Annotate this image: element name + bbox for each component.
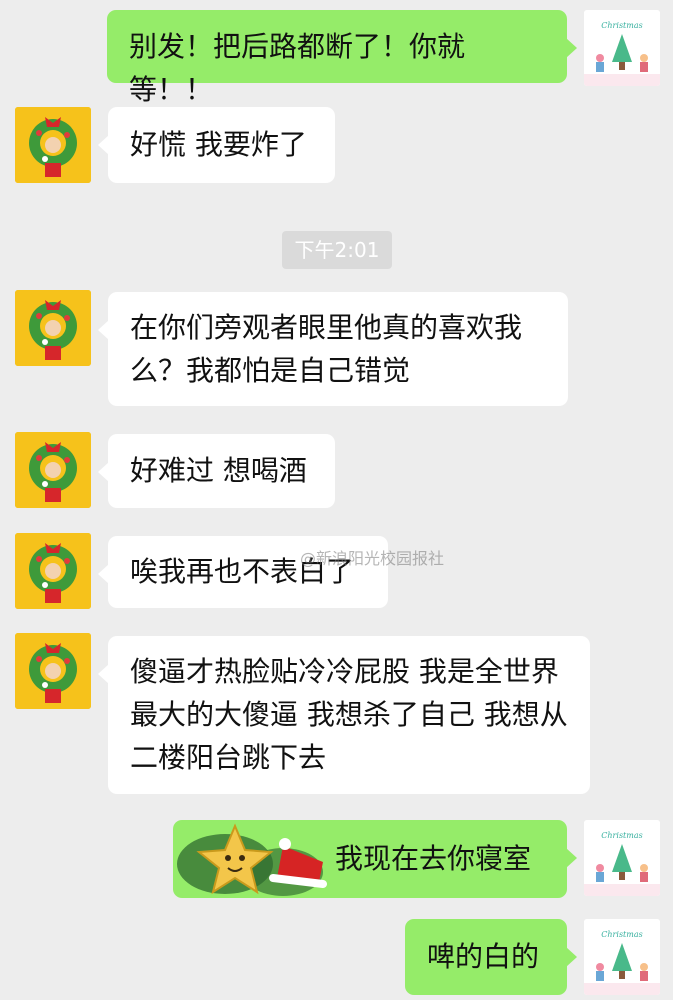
wreath-character-icon bbox=[15, 432, 91, 508]
svg-text:Christmas: Christmas bbox=[601, 831, 642, 840]
message-text: 好慌 我要炸了 bbox=[130, 128, 307, 161]
message-bubble-incoming[interactable]: 好慌 我要炸了 bbox=[98, 107, 335, 183]
wreath-character-icon bbox=[15, 107, 91, 183]
wreath-character-icon bbox=[15, 533, 91, 609]
star-sticker-icon bbox=[177, 823, 327, 896]
wreath-character-icon bbox=[15, 290, 91, 366]
message-text: 我现在去你寝室 bbox=[335, 842, 532, 875]
christmas-card-icon: Christmas bbox=[584, 820, 660, 896]
message-bubble-incoming[interactable]: 傻逼才热脸贴冷冷屁股 我是全世界最大的大傻逼 我想杀了自己 我想从二楼阳台跳下去 bbox=[98, 636, 590, 794]
message-text: 好难过 想喝酒 bbox=[130, 454, 307, 487]
avatar[interactable] bbox=[15, 290, 91, 366]
christmas-card-icon: Christmas bbox=[584, 10, 660, 86]
christmas-card-icon: Christmas bbox=[584, 919, 660, 995]
message-bubble-incoming[interactable]: 在你们旁观者眼里他真的喜欢我么？我都怕是自己错觉 bbox=[98, 292, 568, 406]
message-text: 别发！把后路都断了！你就等！！ bbox=[129, 30, 466, 106]
avatar[interactable] bbox=[15, 633, 91, 709]
timestamp: 下午2:01 bbox=[282, 231, 392, 269]
message-bubble-outgoing[interactable]: 啤的白的 bbox=[405, 919, 577, 995]
avatar[interactable]: Christmas bbox=[584, 919, 660, 995]
message-text: 傻逼才热脸贴冷冷屁股 我是全世界最大的大傻逼 我想杀了自己 我想从二楼阳台跳下去 bbox=[130, 655, 568, 774]
message-bubble-incoming[interactable]: 好难过 想喝酒 bbox=[98, 434, 335, 508]
wreath-character-icon bbox=[15, 633, 91, 709]
svg-text:Christmas: Christmas bbox=[601, 21, 642, 30]
avatar[interactable] bbox=[15, 107, 91, 183]
avatar[interactable] bbox=[15, 432, 91, 508]
message-text: 啤的白的 bbox=[427, 940, 540, 973]
message-bubble-outgoing[interactable]: 我现在去你寝室 bbox=[173, 820, 577, 898]
star-santa-hat-sticker bbox=[173, 820, 333, 898]
watermark: @新浪阳光校园报社 bbox=[300, 549, 445, 568]
message-text: 在你们旁观者眼里他真的喜欢我么？我都怕是自己错觉 bbox=[130, 311, 523, 387]
avatar[interactable]: Christmas bbox=[584, 820, 660, 896]
message-bubble-outgoing[interactable]: 别发！把后路都断了！你就等！！ bbox=[107, 10, 577, 106]
avatar[interactable]: Christmas bbox=[584, 10, 660, 86]
svg-text:Christmas: Christmas bbox=[601, 930, 642, 939]
avatar[interactable] bbox=[15, 533, 91, 609]
